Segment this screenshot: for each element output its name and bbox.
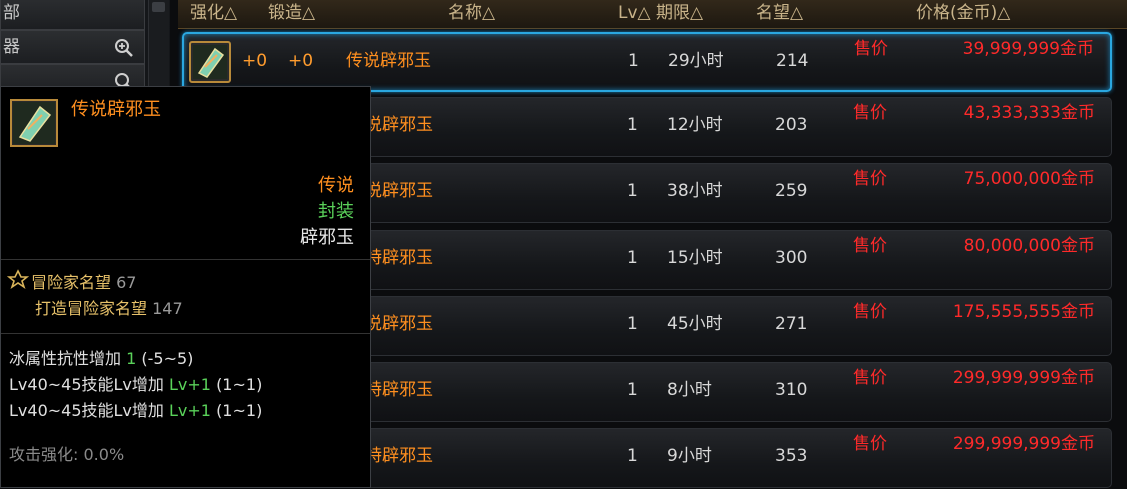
item-fame: 203 <box>775 115 808 135</box>
fame-value: 67 <box>116 273 137 292</box>
tooltip-divider <box>1 259 370 260</box>
item-fame: 310 <box>775 380 808 400</box>
item-duration: 8小时 <box>667 380 712 400</box>
item-price: 75,000,000金币 <box>963 169 1095 189</box>
item-name: 传说辟邪玉 <box>346 51 431 71</box>
item-fame: 259 <box>775 181 808 201</box>
item-price: 299,999,999金币 <box>952 434 1095 454</box>
tooltip-forge-fame-line: 打造冒险家名望 147 <box>35 295 183 319</box>
stat-range: (-5~5) <box>141 349 194 368</box>
item-name: 特辟邪玉 <box>365 446 433 466</box>
stat-value: Lv+1 <box>169 401 211 420</box>
item-price: 175,555,555金币 <box>952 302 1095 322</box>
stat-label: Lv40~45技能Lv增加 <box>9 401 164 420</box>
stat-value: 1 <box>126 349 137 368</box>
stat-range: (1~1) <box>216 375 263 394</box>
stat-range: (1~1) <box>216 401 263 420</box>
tooltip-divider <box>1 333 370 334</box>
scrollbar-thumb[interactable] <box>152 2 165 12</box>
forge-value: +0 <box>288 51 314 71</box>
tooltip-stat-line: Lv40~45技能Lv增加 Lv+1 (1~1) <box>9 371 262 395</box>
item-level: 1 <box>627 380 638 400</box>
header-forge[interactable]: 锻造△ <box>268 0 315 28</box>
tooltip-rarity: 传说 <box>318 175 354 196</box>
tooltip-item-type: 辟邪玉 <box>300 227 354 248</box>
header-level[interactable]: Lv△ <box>618 0 651 28</box>
sidebar-item-label: 部 <box>3 3 20 23</box>
attack-label: 攻击强化: <box>9 445 79 464</box>
listing-table-header: 强化△ 锻造△ 名称△ Lv△ 期限△ 名望△ 价格(金币)△ <box>178 0 1127 29</box>
header-name[interactable]: 名称△ <box>448 0 495 28</box>
sale-label: 售价 <box>853 368 887 388</box>
sale-label: 售价 <box>854 39 888 59</box>
item-fame: 300 <box>775 248 808 268</box>
item-price: 39,999,999金币 <box>962 39 1094 59</box>
sidebar-item-label: 器 <box>3 37 20 57</box>
item-price: 80,000,000金币 <box>963 236 1095 256</box>
item-name: 特辟邪玉 <box>365 248 433 268</box>
header-fame[interactable]: 名望△ <box>756 0 803 28</box>
tooltip-item-name: 传说辟邪玉 <box>71 99 161 120</box>
item-price: 43,333,333金币 <box>963 103 1095 123</box>
header-price[interactable]: 价格(金币)△ <box>916 0 1010 28</box>
sidebar-scrollbar[interactable] <box>148 0 169 86</box>
sale-label: 售价 <box>853 302 887 322</box>
zoom-in-icon[interactable] <box>114 38 134 58</box>
sale-label: 售价 <box>853 236 887 256</box>
table-row[interactable]: +0 +0 传说辟邪玉 1 29小时 214 售价 39,999,999金币 <box>182 32 1112 92</box>
item-level: 1 <box>627 314 638 334</box>
fame-label: 冒险家名望 <box>31 273 112 292</box>
item-duration: 12小时 <box>667 115 723 135</box>
forge-fame-label: 打造冒险家名望 <box>35 299 148 318</box>
enhance-value: +0 <box>242 51 268 71</box>
header-enhance[interactable]: 强化△ <box>190 0 237 28</box>
item-fame: 271 <box>775 314 808 334</box>
item-duration: 38小时 <box>667 181 723 201</box>
item-name: 说辟邪玉 <box>365 314 433 334</box>
item-name: 说辟邪玉 <box>365 115 433 135</box>
sidebar-item-weapon[interactable]: 器 <box>0 30 145 64</box>
tooltip-stat-line: 冰属性抗性增加 1 (-5~5) <box>9 345 193 369</box>
item-fame: 353 <box>775 446 808 466</box>
item-name: 特辟邪玉 <box>365 380 433 400</box>
item-duration: 15小时 <box>667 248 723 268</box>
item-tooltip: 传说辟邪玉 传说 封装 辟邪玉 冒险家名望 67 打造冒险家名望 147 冰属性… <box>0 86 371 488</box>
sale-label: 售价 <box>853 103 887 123</box>
item-price: 299,999,999金币 <box>952 368 1095 388</box>
jade-item-icon <box>189 41 231 83</box>
tooltip-fame-line: 冒险家名望 67 <box>31 269 136 293</box>
stat-label: Lv40~45技能Lv增加 <box>9 375 164 394</box>
sale-label: 售价 <box>853 434 887 454</box>
item-fame: 214 <box>776 51 809 71</box>
item-level: 1 <box>628 51 639 71</box>
item-name: 说辟邪玉 <box>365 181 433 201</box>
item-level: 1 <box>627 446 638 466</box>
stat-value: Lv+1 <box>169 375 211 394</box>
item-duration: 9小时 <box>667 446 712 466</box>
item-level: 1 <box>627 115 638 135</box>
fame-emblem-icon <box>7 269 29 289</box>
jade-item-icon <box>10 99 58 147</box>
header-duration[interactable]: 期限△ <box>656 0 703 28</box>
item-level: 1 <box>627 248 638 268</box>
stat-label: 冰属性抗性增加 <box>9 349 122 368</box>
sale-label: 售价 <box>853 169 887 189</box>
item-level: 1 <box>627 181 638 201</box>
tooltip-stat-line: Lv40~45技能Lv增加 Lv+1 (1~1) <box>9 397 262 421</box>
tooltip-bind-status: 封装 <box>318 201 354 222</box>
item-duration: 45小时 <box>667 314 723 334</box>
forge-fame-value: 147 <box>152 299 183 318</box>
tooltip-attack-line: 攻击强化: 0.0% <box>9 441 124 465</box>
attack-value: 0.0% <box>83 445 125 464</box>
item-duration: 29小时 <box>668 51 724 71</box>
sidebar-item-category[interactable]: 部 <box>0 0 145 30</box>
